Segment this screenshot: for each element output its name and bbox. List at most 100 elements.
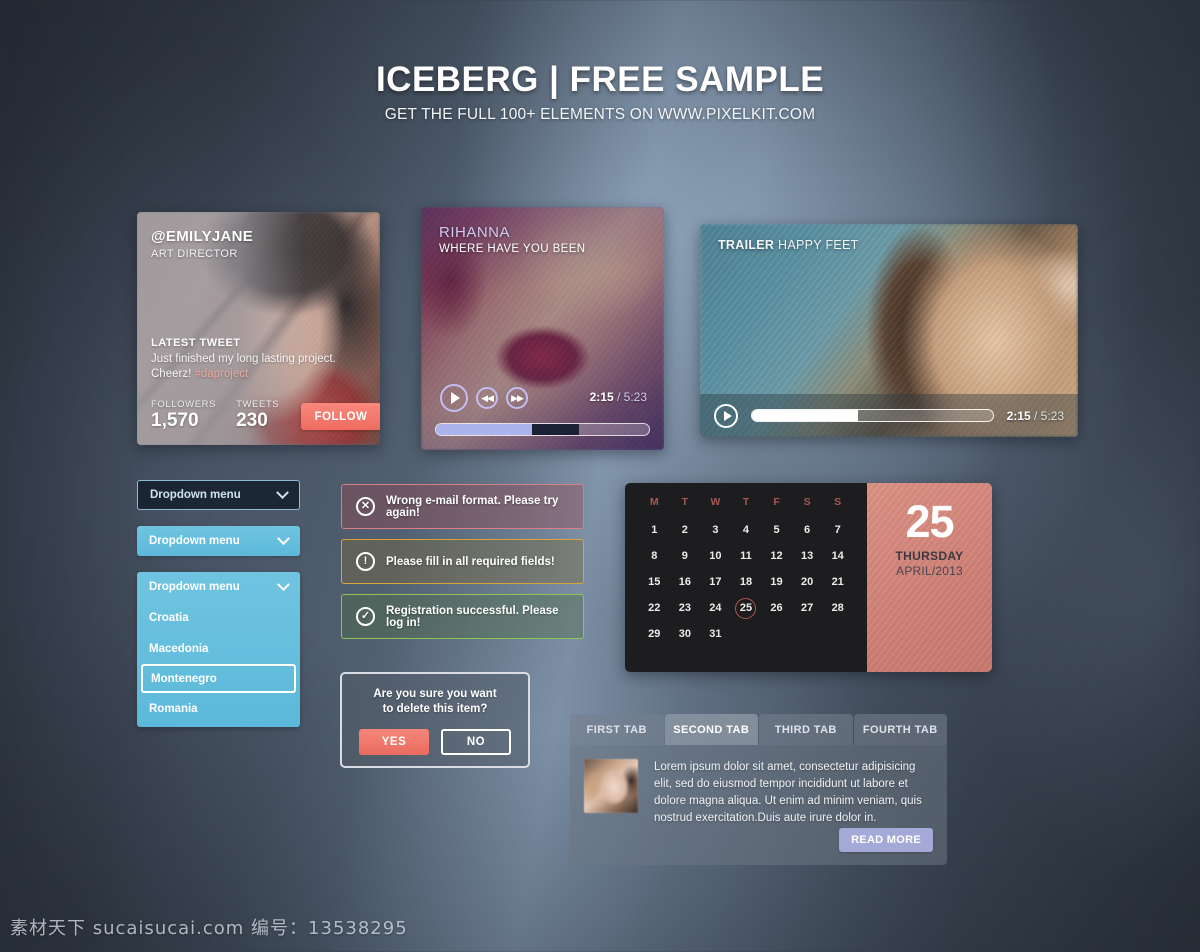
confirm-line-2: to delete this item? <box>382 703 488 715</box>
dropdown-option-croatia[interactable]: Croatia <box>137 602 300 633</box>
calendar-day[interactable]: 31 <box>700 621 731 647</box>
music-progress-buffer <box>531 424 579 435</box>
tab-bar: FIRST TAB SECOND TAB THIRD TAB FOURTH TA… <box>570 714 947 745</box>
calendar-day[interactable]: 29 <box>639 621 670 647</box>
calendar-day-today[interactable]: 25 <box>731 595 762 621</box>
dropdown-option-romania[interactable]: Romania <box>137 693 300 724</box>
calendar-day[interactable]: 8 <box>639 543 670 569</box>
followers-label: FOLLOWERS <box>151 399 217 410</box>
tweet-hashtag[interactable]: #daproject <box>194 368 248 380</box>
page-header: ICEBERG | FREE SAMPLE GET THE FULL 100+ … <box>0 60 1200 124</box>
dropdown-option-montenegro[interactable]: Montenegro <box>141 664 296 693</box>
play-icon[interactable] <box>714 403 738 428</box>
video-time-separator: / <box>1030 408 1041 423</box>
tweets-value: 230 <box>236 410 268 431</box>
music-player-card: RIHANNA WHERE HAVE YOU BEEN ◀◀ ▶▶ 2:15 /… <box>421 207 664 450</box>
tab-panel-wrapper: Lorem ipsum dolor sit amet, consectetur … <box>570 745 947 865</box>
calendar-day[interactable]: 12 <box>761 543 792 569</box>
weekday-header: M <box>649 496 659 508</box>
calendar-day-empty <box>792 621 823 647</box>
calendar-day[interactable]: 11 <box>731 543 762 569</box>
calendar-day[interactable]: 9 <box>670 543 701 569</box>
calendar-day[interactable]: 26 <box>761 595 792 621</box>
weekday-header: F <box>773 496 780 508</box>
calendar-day[interactable]: 7 <box>822 517 853 543</box>
music-track-title: WHERE HAVE YOU BEEN <box>439 243 586 255</box>
calendar-day[interactable]: 10 <box>700 543 731 569</box>
page-title: ICEBERG | FREE SAMPLE <box>375 60 825 99</box>
calendar-day[interactable]: 15 <box>639 569 670 595</box>
tabs-widget: FIRST TAB SECOND TAB THIRD TAB FOURTH TA… <box>570 714 947 865</box>
calendar-day[interactable]: 20 <box>792 569 823 595</box>
no-button[interactable]: NO <box>441 729 511 755</box>
rewind-icon[interactable]: ◀◀ <box>476 387 498 409</box>
calendar-day-empty <box>761 621 792 647</box>
alert-success-message: Registration successful. Please log in! <box>386 604 559 629</box>
close-circle-icon: ✕ <box>356 497 375 516</box>
calendar-day[interactable]: 24 <box>700 595 731 621</box>
video-name: HAPPY FEET <box>774 238 859 252</box>
calendar-day[interactable]: 14 <box>822 543 853 569</box>
video-time-display: 2:15 / 5:23 <box>1007 409 1064 423</box>
calendar-week-row: 15 16 17 18 19 20 21 <box>639 569 853 595</box>
calendar-day[interactable]: 3 <box>700 517 731 543</box>
calendar-day[interactable]: 16 <box>670 569 701 595</box>
latest-tweet-block: LATEST TWEET Just finished my long lasti… <box>151 337 351 382</box>
calendar-day[interactable]: 28 <box>822 595 853 621</box>
calendar-day[interactable]: 21 <box>822 569 853 595</box>
music-time-separator: / <box>613 390 624 404</box>
calendar-grid: M T W T F S S 1 2 3 4 5 6 7 8 9 10 11 12… <box>625 483 867 672</box>
page-subtitle: GET THE FULL 100+ ELEMENTS ON WWW.PIXELK… <box>384 106 816 123</box>
calendar-day[interactable]: 5 <box>761 517 792 543</box>
calendar-day[interactable]: 30 <box>670 621 701 647</box>
play-icon[interactable] <box>440 384 468 412</box>
calendar-day[interactable]: 2 <box>670 517 701 543</box>
calendar-day[interactable]: 4 <box>731 517 762 543</box>
yes-button[interactable]: YES <box>359 729 429 755</box>
video-title: TRAILER HAPPY FEET <box>718 238 859 252</box>
calendar-header-row: M T W T F S S <box>639 496 853 517</box>
play-triangle <box>451 392 460 404</box>
tab-second[interactable]: SECOND TAB <box>664 714 758 745</box>
tab-fourth[interactable]: FOURTH TAB <box>853 714 947 745</box>
read-more-button[interactable]: READ MORE <box>839 828 933 852</box>
calendar-day-empty <box>822 621 853 647</box>
tab-first[interactable]: FIRST TAB <box>570 714 664 745</box>
calendar-day[interactable]: 23 <box>670 595 701 621</box>
profile-content: @EMILYJANE ART DIRECTOR LATEST TWEET Jus… <box>137 212 380 445</box>
tab-thumbnail-image <box>584 759 638 813</box>
dropdown-label: Dropdown menu <box>149 581 240 593</box>
alert-warning-message: Please fill in all required fields! <box>386 555 555 568</box>
dropdown-option-macedonia[interactable]: Macedonia <box>137 633 300 664</box>
calendar-day[interactable]: 1 <box>639 517 670 543</box>
music-progress-bar[interactable] <box>435 423 650 436</box>
dropdown-closed-blue[interactable]: Dropdown menu <box>137 526 300 556</box>
dropdown-open-header[interactable]: Dropdown menu <box>137 572 300 602</box>
calendar-day[interactable]: 13 <box>792 543 823 569</box>
calendar-table: M T W T F S S 1 2 3 4 5 6 7 8 9 10 11 12… <box>639 496 853 647</box>
music-time-display: 2:15 / 5:23 <box>590 390 647 404</box>
follow-button[interactable]: FOLLOW <box>301 403 380 430</box>
video-progress-fill <box>752 410 858 421</box>
alert-error-message: Wrong e-mail format. Please try again! <box>386 494 559 519</box>
calendar-selected-monthyear: APRIL/2013 <box>896 564 963 578</box>
video-progress-bar[interactable] <box>751 409 994 422</box>
dropdown-closed-dark[interactable]: Dropdown menu <box>137 480 300 510</box>
stat-tweets: TWEETS 230 <box>236 399 279 431</box>
chevron-down-icon <box>276 485 289 499</box>
latest-tweet-label: LATEST TWEET <box>151 337 241 349</box>
tab-third[interactable]: THIRD TAB <box>759 714 853 745</box>
video-player-card: TRAILER HAPPY FEET 2:15 / 5:23 <box>700 224 1078 437</box>
calendar-day[interactable]: 22 <box>639 595 670 621</box>
video-control-bar: 2:15 / 5:23 <box>700 394 1078 437</box>
fast-forward-icon[interactable]: ▶▶ <box>506 387 528 409</box>
calendar-day[interactable]: 18 <box>731 569 762 595</box>
dropdown-label: Dropdown menu <box>149 535 240 547</box>
calendar-day[interactable]: 27 <box>792 595 823 621</box>
calendar-day[interactable]: 17 <box>700 569 731 595</box>
weekday-header: S <box>834 496 842 508</box>
confirm-delete-dialog: Are you sure you want to delete this ite… <box>340 672 530 768</box>
calendar-day[interactable]: 19 <box>761 569 792 595</box>
music-progress-fill <box>436 424 532 435</box>
calendar-day[interactable]: 6 <box>792 517 823 543</box>
